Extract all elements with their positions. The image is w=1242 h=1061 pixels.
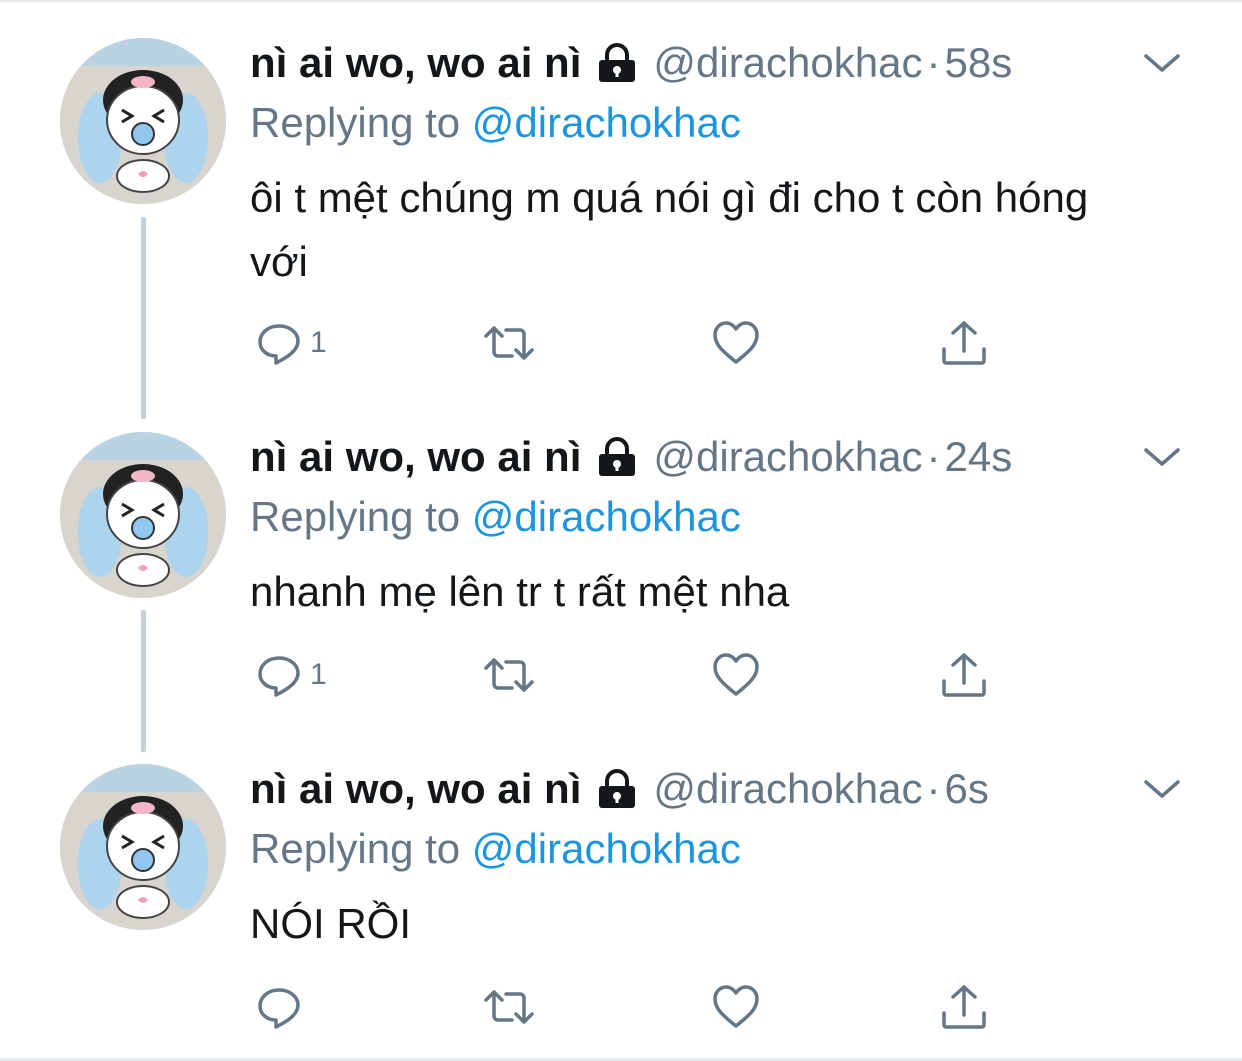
tweet-actions: 1 — [250, 318, 1010, 368]
reply-icon — [256, 984, 302, 1030]
tweet-text: NÓI RỒI — [250, 900, 412, 947]
replying-to-handle[interactable]: @dirachokhac — [472, 493, 741, 540]
reply-count: 1 — [310, 658, 327, 691]
timestamp[interactable]: 58s — [944, 39, 1012, 86]
like-button[interactable] — [712, 982, 760, 1032]
lock-icon — [595, 437, 639, 488]
heart-icon — [712, 320, 760, 366]
lock-icon — [595, 43, 639, 94]
display-name[interactable]: nì ai wo, wo ai nì — [250, 433, 581, 480]
avatar[interactable] — [60, 432, 226, 598]
replying-to-label: Replying to — [250, 825, 461, 872]
tweet[interactable]: nì ai wo, wo ai nì @dirachokhac·58s Reply… — [0, 38, 1242, 378]
share-icon — [940, 983, 988, 1031]
retweet-button[interactable] — [482, 982, 536, 1032]
replying-to: Replying to @dirachokhac — [250, 98, 741, 148]
share-button[interactable] — [940, 318, 988, 368]
tweet-header: nì ai wo, wo ai nì @dirachokhac·24s — [250, 432, 1012, 482]
replying-to-label: Replying to — [250, 99, 461, 146]
retweet-icon — [482, 320, 536, 366]
replying-to-handle[interactable]: @dirachokhac — [472, 825, 741, 872]
tweet[interactable]: nì ai wo, wo ai nì @dirachokhac·6s Replyi… — [0, 764, 1242, 1034]
timestamp[interactable]: 6s — [944, 765, 988, 812]
like-button[interactable] — [712, 318, 760, 368]
separator-dot: · — [926, 765, 941, 812]
tweet-text: ôi t mệt chúng m quá nói gì đi cho t còn… — [250, 174, 1089, 285]
retweet-icon — [482, 984, 536, 1030]
separator-dot: · — [926, 39, 941, 86]
separator-dot: · — [926, 433, 941, 480]
tweet-text: nhanh mẹ lên tr t rất mệt nha — [250, 568, 790, 615]
chevron-down-icon[interactable] — [1142, 442, 1182, 472]
replying-to-label: Replying to — [250, 493, 461, 540]
avatar[interactable] — [60, 764, 226, 930]
tweet-header: nì ai wo, wo ai nì @dirachokhac·6s — [250, 764, 989, 814]
replying-to: Replying to @dirachokhac — [250, 824, 741, 874]
user-handle[interactable]: @dirachokhac — [653, 433, 922, 480]
tweet[interactable]: nì ai wo, wo ai nì @dirachokhac·24s Reply… — [0, 432, 1242, 702]
share-icon — [940, 651, 988, 699]
like-button[interactable] — [712, 650, 760, 700]
heart-icon — [712, 984, 760, 1030]
tweet-header: nì ai wo, wo ai nì @dirachokhac·58s — [250, 38, 1012, 88]
tweet-actions: 1 — [250, 650, 1010, 700]
retweet-icon — [482, 652, 536, 698]
reply-button[interactable]: 1 — [256, 650, 327, 700]
chevron-down-icon[interactable] — [1142, 48, 1182, 78]
reply-button[interactable] — [256, 982, 310, 1032]
reply-icon — [256, 320, 302, 366]
display-name[interactable]: nì ai wo, wo ai nì — [250, 39, 581, 86]
share-button[interactable] — [940, 650, 988, 700]
replying-to-handle[interactable]: @dirachokhac — [472, 99, 741, 146]
chevron-down-icon[interactable] — [1142, 774, 1182, 804]
reply-icon — [256, 652, 302, 698]
heart-icon — [712, 652, 760, 698]
retweet-button[interactable] — [482, 650, 536, 700]
reply-button[interactable]: 1 — [256, 318, 327, 368]
tweet-actions — [250, 982, 1010, 1032]
display-name[interactable]: nì ai wo, wo ai nì — [250, 765, 581, 812]
replying-to: Replying to @dirachokhac — [250, 492, 741, 542]
lock-icon — [595, 769, 639, 820]
avatar[interactable] — [60, 38, 226, 204]
timestamp[interactable]: 24s — [944, 433, 1012, 480]
share-button[interactable] — [940, 982, 988, 1032]
top-divider — [0, 0, 1242, 2]
user-handle[interactable]: @dirachokhac — [653, 39, 922, 86]
reply-count: 1 — [310, 326, 327, 359]
user-handle[interactable]: @dirachokhac — [653, 765, 922, 812]
retweet-button[interactable] — [482, 318, 536, 368]
share-icon — [940, 319, 988, 367]
